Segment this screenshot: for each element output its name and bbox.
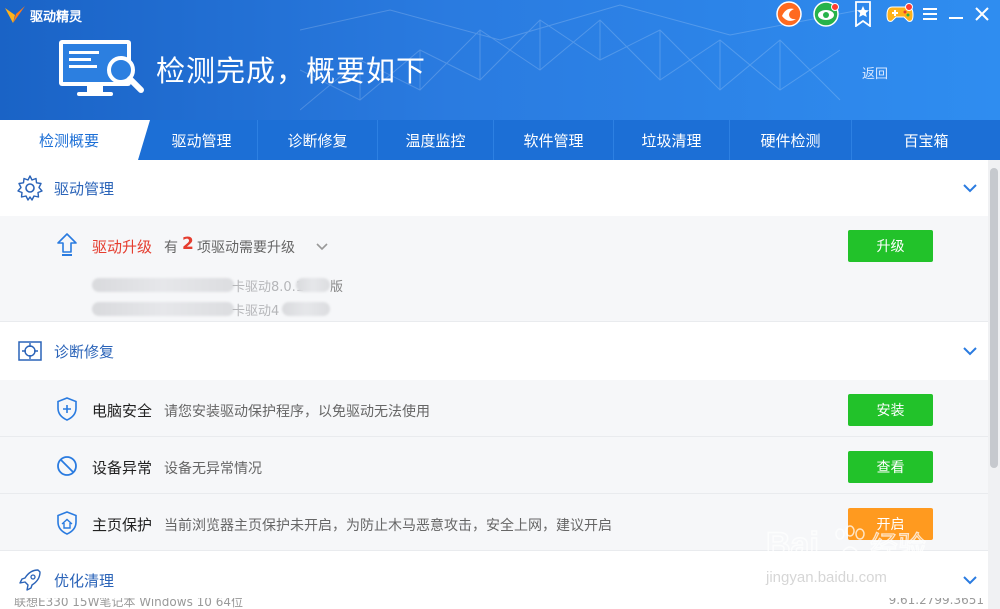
system-info: 联想E330 15W笔记本 Windows 10 64位 (14, 598, 243, 609)
section-title: 诊断修复 (54, 342, 115, 361)
notification-dot (831, 3, 839, 11)
version-info: 9.61.2799.3651 (888, 598, 984, 607)
close-icon[interactable] (972, 0, 992, 28)
app-header: 驱动精灵 检测完成，概要如下 返回 (0, 0, 1000, 120)
upgrade-button[interactable]: 升级 (848, 230, 933, 262)
svg-text:经验: 经验 (870, 530, 926, 563)
tab-software[interactable]: 软件管理 (494, 120, 614, 160)
row-title: 主页保护 (92, 516, 153, 534)
tab-junk-clean[interactable]: 垃圾清理 (614, 120, 730, 160)
row-description: 当前浏览器主页保护未开启，为防止木马恶意攻击，安全上网，建议开启 (164, 518, 612, 534)
prohibited-icon (57, 456, 77, 476)
upgrade-count: 2 (182, 234, 194, 254)
menu-icon[interactable] (920, 0, 940, 28)
diagnose-target-icon (18, 341, 42, 361)
upgrade-arrow-icon (57, 233, 77, 256)
medal-icon[interactable] (849, 0, 877, 28)
home-shield-icon (57, 511, 77, 535)
tab-driver-management[interactable]: 驱动管理 (138, 120, 258, 160)
view-button[interactable]: 查看 (848, 451, 933, 483)
watermark-url: jingyan.baidu.com (765, 569, 887, 586)
app-brand: 驱动精灵 (4, 4, 82, 26)
tab-toolbox[interactable]: 百宝箱 (852, 120, 1000, 160)
brand-logo-icon (5, 6, 25, 23)
gamepad-icon[interactable] (886, 0, 914, 28)
device-error-row: 设备异常 设备无异常情况 查看 (0, 437, 988, 494)
blurred-driver-name (92, 302, 234, 316)
main-tabs: 检测概要 驱动管理 诊断修复 温度监控 软件管理 垃圾清理 硬件检测 百宝箱 (0, 120, 1000, 160)
blurred-driver-version (296, 278, 330, 292)
section-driver-management[interactable]: 驱动管理 (0, 160, 988, 216)
status-bar: 联想E330 15W笔记本 Windows 10 64位 9.61.2799.3… (0, 598, 988, 609)
tab-overview[interactable]: 检测概要 (0, 120, 138, 160)
section-diagnose-repair[interactable]: 诊断修复 (0, 323, 988, 379)
chevron-down-icon[interactable] (315, 240, 329, 254)
tab-temperature[interactable]: 温度监控 (378, 120, 494, 160)
upgrade-title: 驱动升级 (92, 238, 153, 256)
chevron-down-icon[interactable] (962, 180, 978, 196)
back-link[interactable]: 返回 (862, 63, 888, 82)
blurred-driver-version (282, 302, 330, 316)
chevron-down-icon[interactable] (962, 572, 978, 588)
tab-diagnose-repair[interactable]: 诊断修复 (258, 120, 378, 160)
row-description: 设备无异常情况 (164, 461, 262, 477)
upgrade-prefix: 有 (164, 240, 178, 256)
upgrade-suffix: 项驱动需要升级 (197, 240, 295, 256)
driver-item-tail: 版 (330, 280, 344, 295)
blurred-driver-name (92, 278, 234, 292)
monitor-scan-icon (59, 40, 144, 96)
chevron-down-icon[interactable] (962, 343, 978, 359)
gear-icon (17, 175, 43, 201)
section-title: 驱动管理 (54, 179, 115, 198)
driver-item-text: 卡驱动4 (232, 304, 280, 319)
minimize-icon[interactable] (946, 0, 966, 28)
top-toolbar (766, 0, 992, 28)
driver-upgrade-row: 驱动升级 有 2 项驱动需要升级 升级 卡驱动8.0.1 版 卡驱动4 (0, 216, 988, 322)
notification-dot (905, 3, 913, 11)
row-title: 电脑安全 (92, 402, 153, 420)
banner-title: 检测完成，概要如下 (156, 54, 427, 88)
svg-text:Bai: Bai (766, 526, 819, 564)
row-title: 设备异常 (92, 459, 153, 477)
install-button[interactable]: 安装 (848, 394, 933, 426)
content-scrollbar[interactable] (988, 160, 1000, 609)
rocket-icon (19, 569, 41, 591)
green-eye-icon[interactable] (812, 0, 840, 28)
orange-swirl-icon[interactable] (775, 0, 803, 28)
brand-name: 驱动精灵 (30, 9, 83, 25)
driver-item-text: 卡驱动8.0.1 (232, 280, 305, 295)
scrollbar-thumb[interactable] (990, 168, 998, 468)
baidu-jingyan-watermark: Bai 经验 jingyan.baidu.com (765, 525, 927, 586)
shield-plus-icon (57, 397, 77, 421)
row-description: 请您安装驱动保护程序，以免驱动无法使用 (164, 404, 430, 420)
tab-hardware[interactable]: 硬件检测 (730, 120, 852, 160)
section-title: 优化清理 (54, 571, 115, 590)
pc-security-row: 电脑安全 请您安装驱动保护程序，以免驱动无法使用 安装 (0, 380, 988, 437)
tab-notch (138, 120, 150, 160)
